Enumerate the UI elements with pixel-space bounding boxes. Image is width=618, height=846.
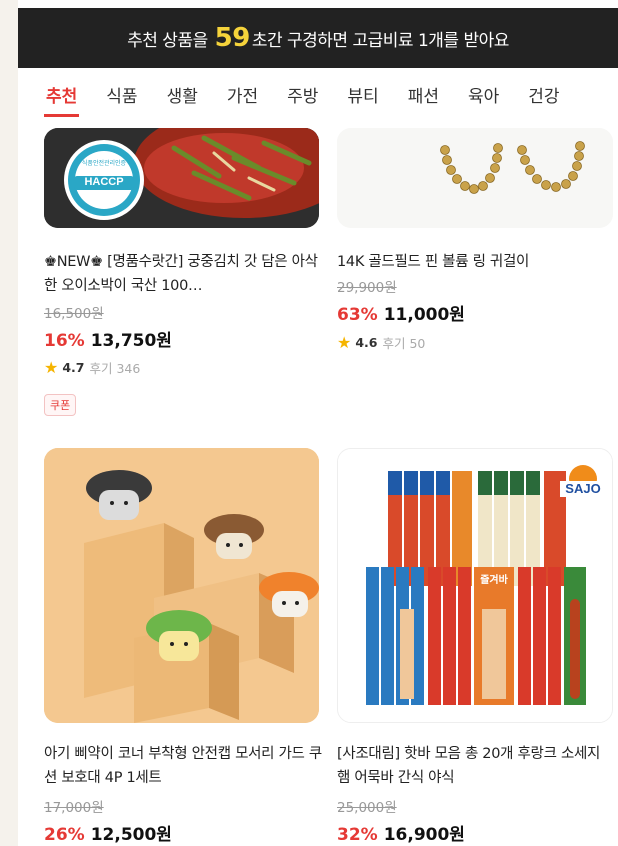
tab-health[interactable]: 건강 xyxy=(528,82,559,117)
brand-logo-text: SAJO xyxy=(565,481,601,496)
sale-price-line: 32% 16,900원 xyxy=(337,820,465,845)
pack-label: 즐겨바 xyxy=(480,575,508,586)
sale-price-line: 63% 11,000원 xyxy=(337,300,465,325)
tab-food[interactable]: 식품 xyxy=(106,82,137,117)
tab-beauty[interactable]: 뷰티 xyxy=(347,82,378,117)
original-price: 29,900원 xyxy=(337,280,397,296)
haccp-badge-text: HACCP xyxy=(84,176,124,188)
discount-rate: 26% xyxy=(44,825,85,845)
rating-score: 4.6 xyxy=(355,335,378,350)
rating: ★ 4.7 후기 346 xyxy=(44,358,140,377)
product-title[interactable]: 14K 골드필드 핀 볼륨 링 귀걸이 xyxy=(337,250,615,274)
coupon-badge: 쿠폰 xyxy=(44,394,77,416)
review-count: 후기 346 xyxy=(89,361,141,376)
countdown-seconds: 59 xyxy=(214,23,251,53)
sale-price: 13,750원 xyxy=(90,331,172,351)
tab-fashion[interactable]: 패션 xyxy=(408,82,439,117)
tab-recommend[interactable]: 추천 xyxy=(43,82,80,117)
sale-price-line: 26% 12,500원 xyxy=(44,820,172,845)
haccp-badge-caption: 식품안전관리인증 xyxy=(81,160,127,167)
review-count: 후기 50 xyxy=(382,336,426,351)
banner-prefix: 추천 상품을 xyxy=(127,30,208,51)
tab-baby[interactable]: 육아 xyxy=(468,82,499,117)
product-title[interactable]: [사조대림] 핫바 모음 총 20개 후랑크 소세지 햄 어묵바 간식 야식 xyxy=(337,742,615,790)
original-price: 17,000원 xyxy=(44,800,104,816)
original-price: 25,000원 xyxy=(337,800,397,816)
original-price: 16,500원 xyxy=(44,306,104,322)
product-image-earrings[interactable] xyxy=(337,128,613,228)
rating-score: 4.7 xyxy=(62,360,85,375)
sale-price: 16,900원 xyxy=(383,825,465,845)
tab-kitchen[interactable]: 주방 xyxy=(287,82,318,117)
product-title[interactable]: ♚NEW♚ [명품수랏간] 궁중김치 갓 담은 아삭한 오이소박이 국산 100… xyxy=(44,250,322,298)
discount-rate: 32% xyxy=(337,825,378,845)
category-tabs: 추천 식품 생활 가전 주방 뷰티 패션 육아 건강 xyxy=(18,76,618,122)
star-icon: ★ xyxy=(337,333,352,352)
tab-appliance[interactable]: 가전 xyxy=(227,82,258,117)
product-title[interactable]: 아기 삐약이 코너 부착형 안전캡 모서리 가드 쿠션 보호대 4P 1세트 xyxy=(44,742,322,790)
banner-suffix: 초간 구경하면 고급비료 1개를 받아요 xyxy=(251,30,510,51)
reward-banner: 추천 상품을 59 초간 구경하면 고급비료 1개를 받아요 xyxy=(18,8,618,68)
star-icon: ★ xyxy=(44,358,59,377)
product-image-corner-guard[interactable] xyxy=(44,448,319,723)
discount-rate: 16% xyxy=(44,331,85,351)
tab-living[interactable]: 생활 xyxy=(167,82,198,117)
rating: ★ 4.6 후기 50 xyxy=(337,333,425,352)
sale-price: 12,500원 xyxy=(90,825,172,845)
product-image-hotbar[interactable]: SAJO 즐겨바 xyxy=(337,448,613,723)
app-frame: 추천 상품을 59 초간 구경하면 고급비료 1개를 받아요 추천 식품 생활 가… xyxy=(18,0,618,846)
sale-price: 11,000원 xyxy=(383,305,465,325)
product-image-kimchi[interactable]: HACCP 식품안전관리인증 xyxy=(44,128,319,228)
sale-price-line: 16% 13,750원 xyxy=(44,326,172,351)
discount-rate: 63% xyxy=(337,305,378,325)
